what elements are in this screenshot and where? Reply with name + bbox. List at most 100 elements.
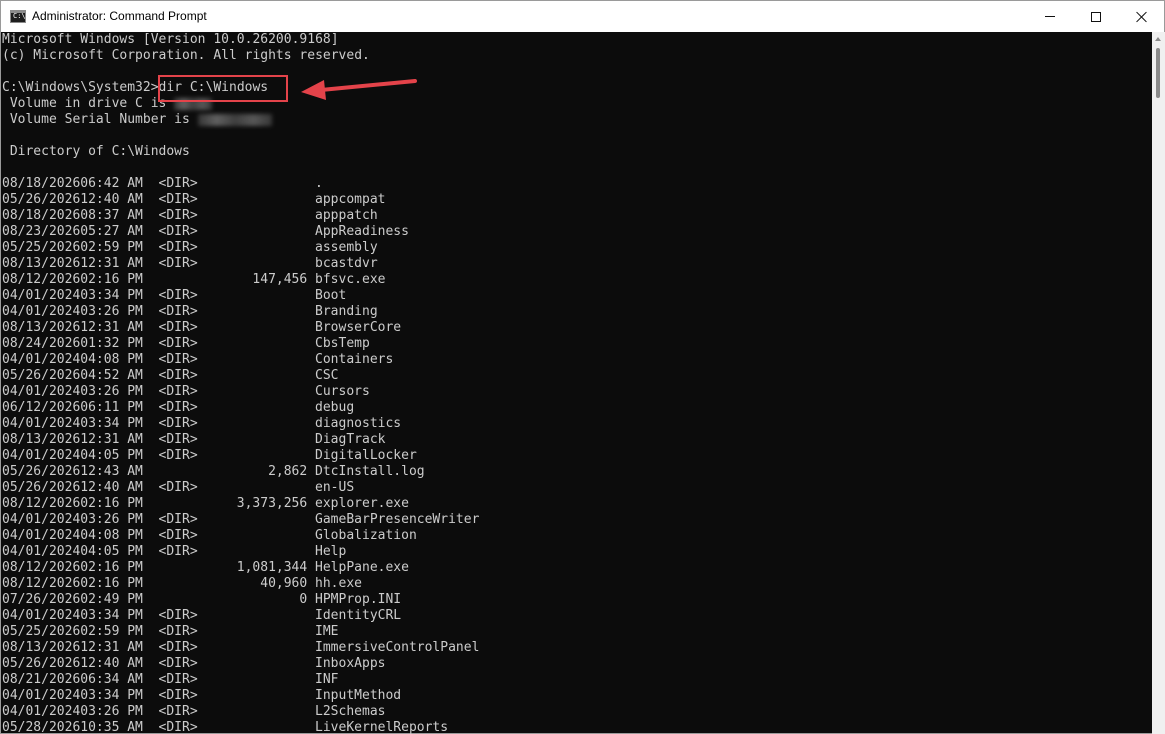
entry-type: <DIR> (158, 720, 198, 734)
entry-date: 08/13/2026 (2, 320, 81, 335)
prompt: C:\Windows\System32> (2, 80, 159, 95)
scrollbar-thumb[interactable] (1156, 48, 1160, 98)
directory-entry-row: 08/18/202606:42 AM <DIR>. (2, 176, 1151, 192)
entry-date: 06/12/2026 (2, 400, 81, 415)
entry-date: 08/13/2026 (2, 432, 81, 447)
directory-entry-row: 04/01/202404:08 PM <DIR> Globalization (2, 528, 1151, 544)
entry-date: 08/12/2026 (2, 496, 81, 511)
entry-name: IdentityCRL (315, 608, 402, 623)
cmd-icon: C:\ (10, 10, 26, 23)
entry-type: <DIR> (158, 400, 198, 415)
entry-time: 06:42 AM (80, 176, 143, 191)
directory-entry-row: 04/01/202404:05 PM <DIR> DigitalLocker (2, 448, 1151, 464)
entry-name: DtcInstall.log (315, 464, 425, 479)
directory-entry-row: 08/21/202606:34 AM <DIR> INF (2, 672, 1151, 688)
entry-name: DiagTrack (315, 432, 386, 447)
entry-name: L2Schemas (315, 704, 386, 719)
entry-date: 04/01/2024 (2, 352, 81, 367)
entry-name: Containers (315, 352, 394, 367)
entry-time: 01:32 PM (80, 336, 143, 351)
title-bar[interactable]: C:\ Administrator: Command Prompt (1, 1, 1164, 32)
entry-time: 03:34 PM (80, 416, 143, 431)
directory-of-line: Directory of C:\Windows (2, 144, 190, 159)
entry-size: 147,456 (252, 272, 308, 287)
directory-entry-row: 08/24/202601:32 PM <DIR> CbsTemp (2, 336, 1151, 352)
directory-entry-row: 05/25/202602:59 PM <DIR> assembly (2, 240, 1151, 256)
directory-entry-row: 05/26/202612:43 AM 2,862 DtcInstall.log (2, 464, 1151, 480)
console-output[interactable]: Microsoft Windows [Version 10.0.26200.91… (1, 32, 1151, 734)
directory-entry-row: 08/12/202602:16 PM 1,081,344 HelpPane.exe (2, 560, 1151, 576)
close-button[interactable] (1119, 1, 1165, 32)
entry-time: 12:40 AM (80, 656, 143, 671)
entry-date: 04/01/2024 (2, 416, 81, 431)
maximize-button[interactable] (1073, 1, 1119, 32)
directory-entry-row: 04/01/202403:26 PM <DIR> L2Schemas (2, 704, 1151, 720)
entry-name: CbsTemp (315, 336, 370, 351)
entry-date: 08/12/2026 (2, 272, 81, 287)
entry-size: 0 (299, 592, 308, 607)
entry-name: hh.exe (315, 576, 362, 591)
entry-time: 12:31 AM (80, 432, 143, 447)
entry-date: 05/25/2026 (2, 240, 81, 255)
scroll-up-arrow-icon[interactable] (1155, 37, 1161, 41)
entry-name: LiveKernelReports (315, 720, 449, 734)
entry-date: 04/01/2024 (2, 384, 81, 399)
entry-time: 02:16 PM (80, 560, 143, 575)
entry-time: 12:40 AM (80, 480, 143, 495)
entry-date: 04/01/2024 (2, 528, 81, 543)
entry-type: <DIR> (158, 304, 198, 319)
entry-name: explorer.exe (315, 496, 409, 511)
minimize-button[interactable] (1027, 1, 1073, 32)
directory-entry-row: 04/01/202403:26 PM <DIR> GameBarPresenceWr… (2, 512, 1151, 528)
entry-time: 04:05 PM (80, 544, 143, 559)
entry-name: INF (315, 672, 339, 687)
entry-name: InputMethod (315, 688, 402, 703)
entry-name: assembly (315, 240, 378, 255)
entry-type: <DIR> (158, 224, 198, 239)
directory-entry-row: 08/13/202612:31 AM <DIR> bcastdvr (2, 256, 1151, 272)
entry-type: <DIR> (158, 176, 198, 191)
serial-number-line: Volume Serial Number is (2, 112, 1151, 128)
entry-date: 04/01/2024 (2, 704, 81, 719)
entry-date: 08/12/2026 (2, 560, 81, 575)
entry-date: 08/21/2026 (2, 672, 81, 687)
entry-name: DigitalLocker (315, 448, 417, 463)
entry-type: <DIR> (158, 528, 198, 543)
entry-size: 3,373,256 (236, 496, 308, 511)
entry-name: en-US (315, 480, 355, 495)
entry-date: 05/25/2026 (2, 624, 81, 639)
entry-type: <DIR> (158, 656, 198, 671)
entry-name: diagnostics (315, 416, 402, 431)
entry-type: <DIR> (158, 544, 198, 559)
vertical-scrollbar[interactable] (1152, 32, 1165, 734)
directory-entry-row: 08/13/202612:31 AM <DIR> DiagTrack (2, 432, 1151, 448)
entry-name: bfsvc.exe (315, 272, 386, 287)
entry-time: 12:40 AM (80, 192, 143, 207)
entry-time: 02:16 PM (80, 496, 143, 511)
entry-name: bcastdvr (315, 256, 378, 271)
command-line: C:\Windows\System32>dir C:\Windows (2, 80, 1151, 96)
entry-date: 04/01/2024 (2, 688, 81, 703)
entry-time: 03:26 PM (80, 304, 143, 319)
entry-date: 08/23/2026 (2, 224, 81, 239)
minimize-icon (1045, 16, 1055, 17)
volume-label-text: Volume in drive C is (2, 96, 175, 111)
entry-type: <DIR> (158, 688, 198, 703)
entry-type: <DIR> (158, 256, 198, 271)
entry-date: 05/26/2026 (2, 368, 81, 383)
command-text: dir C:\Windows (158, 80, 269, 95)
entry-time: 02:59 PM (80, 624, 143, 639)
entry-time: 05:27 AM (80, 224, 143, 239)
directory-entry-row: 07/26/202602:49 PM 0 HPMProp.INI (2, 592, 1151, 608)
serial-number-text: Volume Serial Number is (2, 112, 198, 127)
entry-type: <DIR> (158, 512, 198, 527)
entry-time: 04:52 AM (80, 368, 143, 383)
entry-date: 08/18/2026 (2, 208, 81, 223)
redacted-volume-label (174, 97, 213, 110)
entry-date: 04/01/2024 (2, 544, 81, 559)
directory-entry-row: 05/26/202612:40 AM <DIR> appcompat (2, 192, 1151, 208)
directory-entry-row: 05/26/202612:40 AM <DIR> en-US (2, 480, 1151, 496)
entry-type: <DIR> (158, 384, 198, 399)
